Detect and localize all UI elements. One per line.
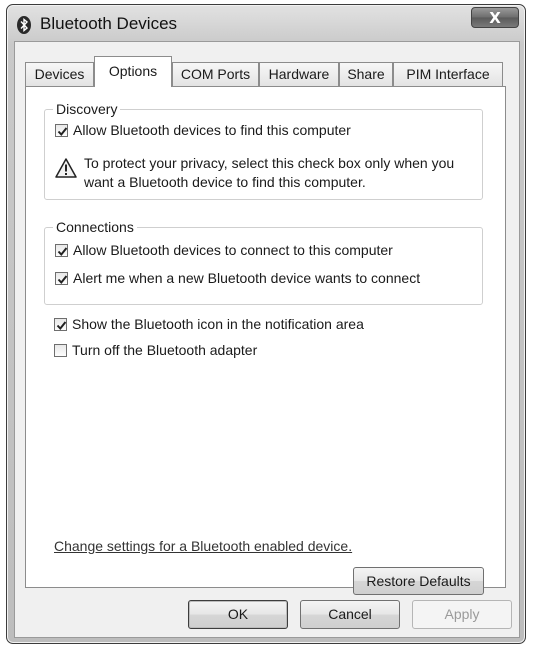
alert-connect-label: Alert me when a new Bluetooth device wan… (73, 270, 421, 286)
turn-off-checkbox[interactable] (54, 343, 67, 357)
privacy-warning-text: To protect your privacy, select this che… (84, 155, 455, 190)
change-device-settings-link[interactable]: Change settings for a Bluetooth enabled … (54, 538, 352, 554)
close-icon: X (489, 9, 501, 27)
discovery-group: Discovery Allow Bluetooth devices to fin… (44, 101, 483, 200)
checkmark-icon (57, 246, 68, 256)
checkmark-icon (57, 126, 68, 136)
tab-pim-interface[interactable]: PIM Interface (393, 62, 503, 86)
tab-hardware[interactable]: Hardware (259, 62, 339, 86)
warning-icon (55, 158, 77, 178)
checkmark-icon (57, 274, 68, 284)
connections-legend: Connections (53, 219, 137, 235)
allow-find-checkbox-row[interactable]: Allow Bluetooth devices to find this com… (55, 122, 351, 138)
tab-devices[interactable]: Devices (25, 62, 94, 86)
connections-group: Connections Allow Bluetooth devices to c… (44, 219, 483, 305)
alert-connect-checkbox[interactable] (55, 271, 68, 285)
allow-connect-checkbox[interactable] (55, 243, 68, 257)
show-icon-checkbox[interactable] (54, 317, 67, 331)
bluetooth-devices-window: Bluetooth Devices X Devices Options COM … (6, 4, 526, 644)
turn-off-label: Turn off the Bluetooth adapter (72, 342, 258, 358)
cancel-button[interactable]: Cancel (300, 600, 400, 629)
allow-find-checkbox[interactable] (55, 123, 68, 137)
ok-button[interactable]: OK (188, 600, 288, 629)
show-icon-label: Show the Bluetooth icon in the notificat… (72, 316, 364, 332)
checkmark-icon (56, 320, 67, 330)
tab-options[interactable]: Options (94, 56, 172, 87)
tab-share[interactable]: Share (339, 62, 393, 86)
bluetooth-icon (17, 16, 31, 34)
title-bar[interactable]: Bluetooth Devices X (7, 5, 525, 41)
window-title: Bluetooth Devices (40, 14, 178, 33)
options-tab-panel: Discovery Allow Bluetooth devices to fin… (25, 86, 506, 595)
close-button[interactable]: X (471, 7, 519, 28)
alert-connect-checkbox-row[interactable]: Alert me when a new Bluetooth device wan… (55, 270, 420, 286)
dialog-client-area: Devices Options COM Ports Hardware Share… (14, 41, 520, 638)
allow-connect-checkbox-row[interactable]: Allow Bluetooth devices to connect to th… (55, 242, 393, 258)
tab-com-ports[interactable]: COM Ports (172, 62, 259, 86)
allow-find-label: Allow Bluetooth devices to find this com… (73, 122, 351, 138)
allow-connect-label: Allow Bluetooth devices to connect to th… (73, 242, 393, 258)
discovery-legend: Discovery (53, 101, 121, 117)
turn-off-checkbox-row[interactable]: Turn off the Bluetooth adapter (54, 342, 257, 358)
tab-strip: Devices Options COM Ports Hardware Share… (25, 56, 515, 87)
apply-button[interactable]: Apply (412, 600, 512, 629)
privacy-warning: To protect your privacy, select this che… (55, 154, 470, 194)
restore-defaults-button[interactable]: Restore Defaults (353, 567, 484, 595)
show-icon-checkbox-row[interactable]: Show the Bluetooth icon in the notificat… (54, 316, 364, 332)
